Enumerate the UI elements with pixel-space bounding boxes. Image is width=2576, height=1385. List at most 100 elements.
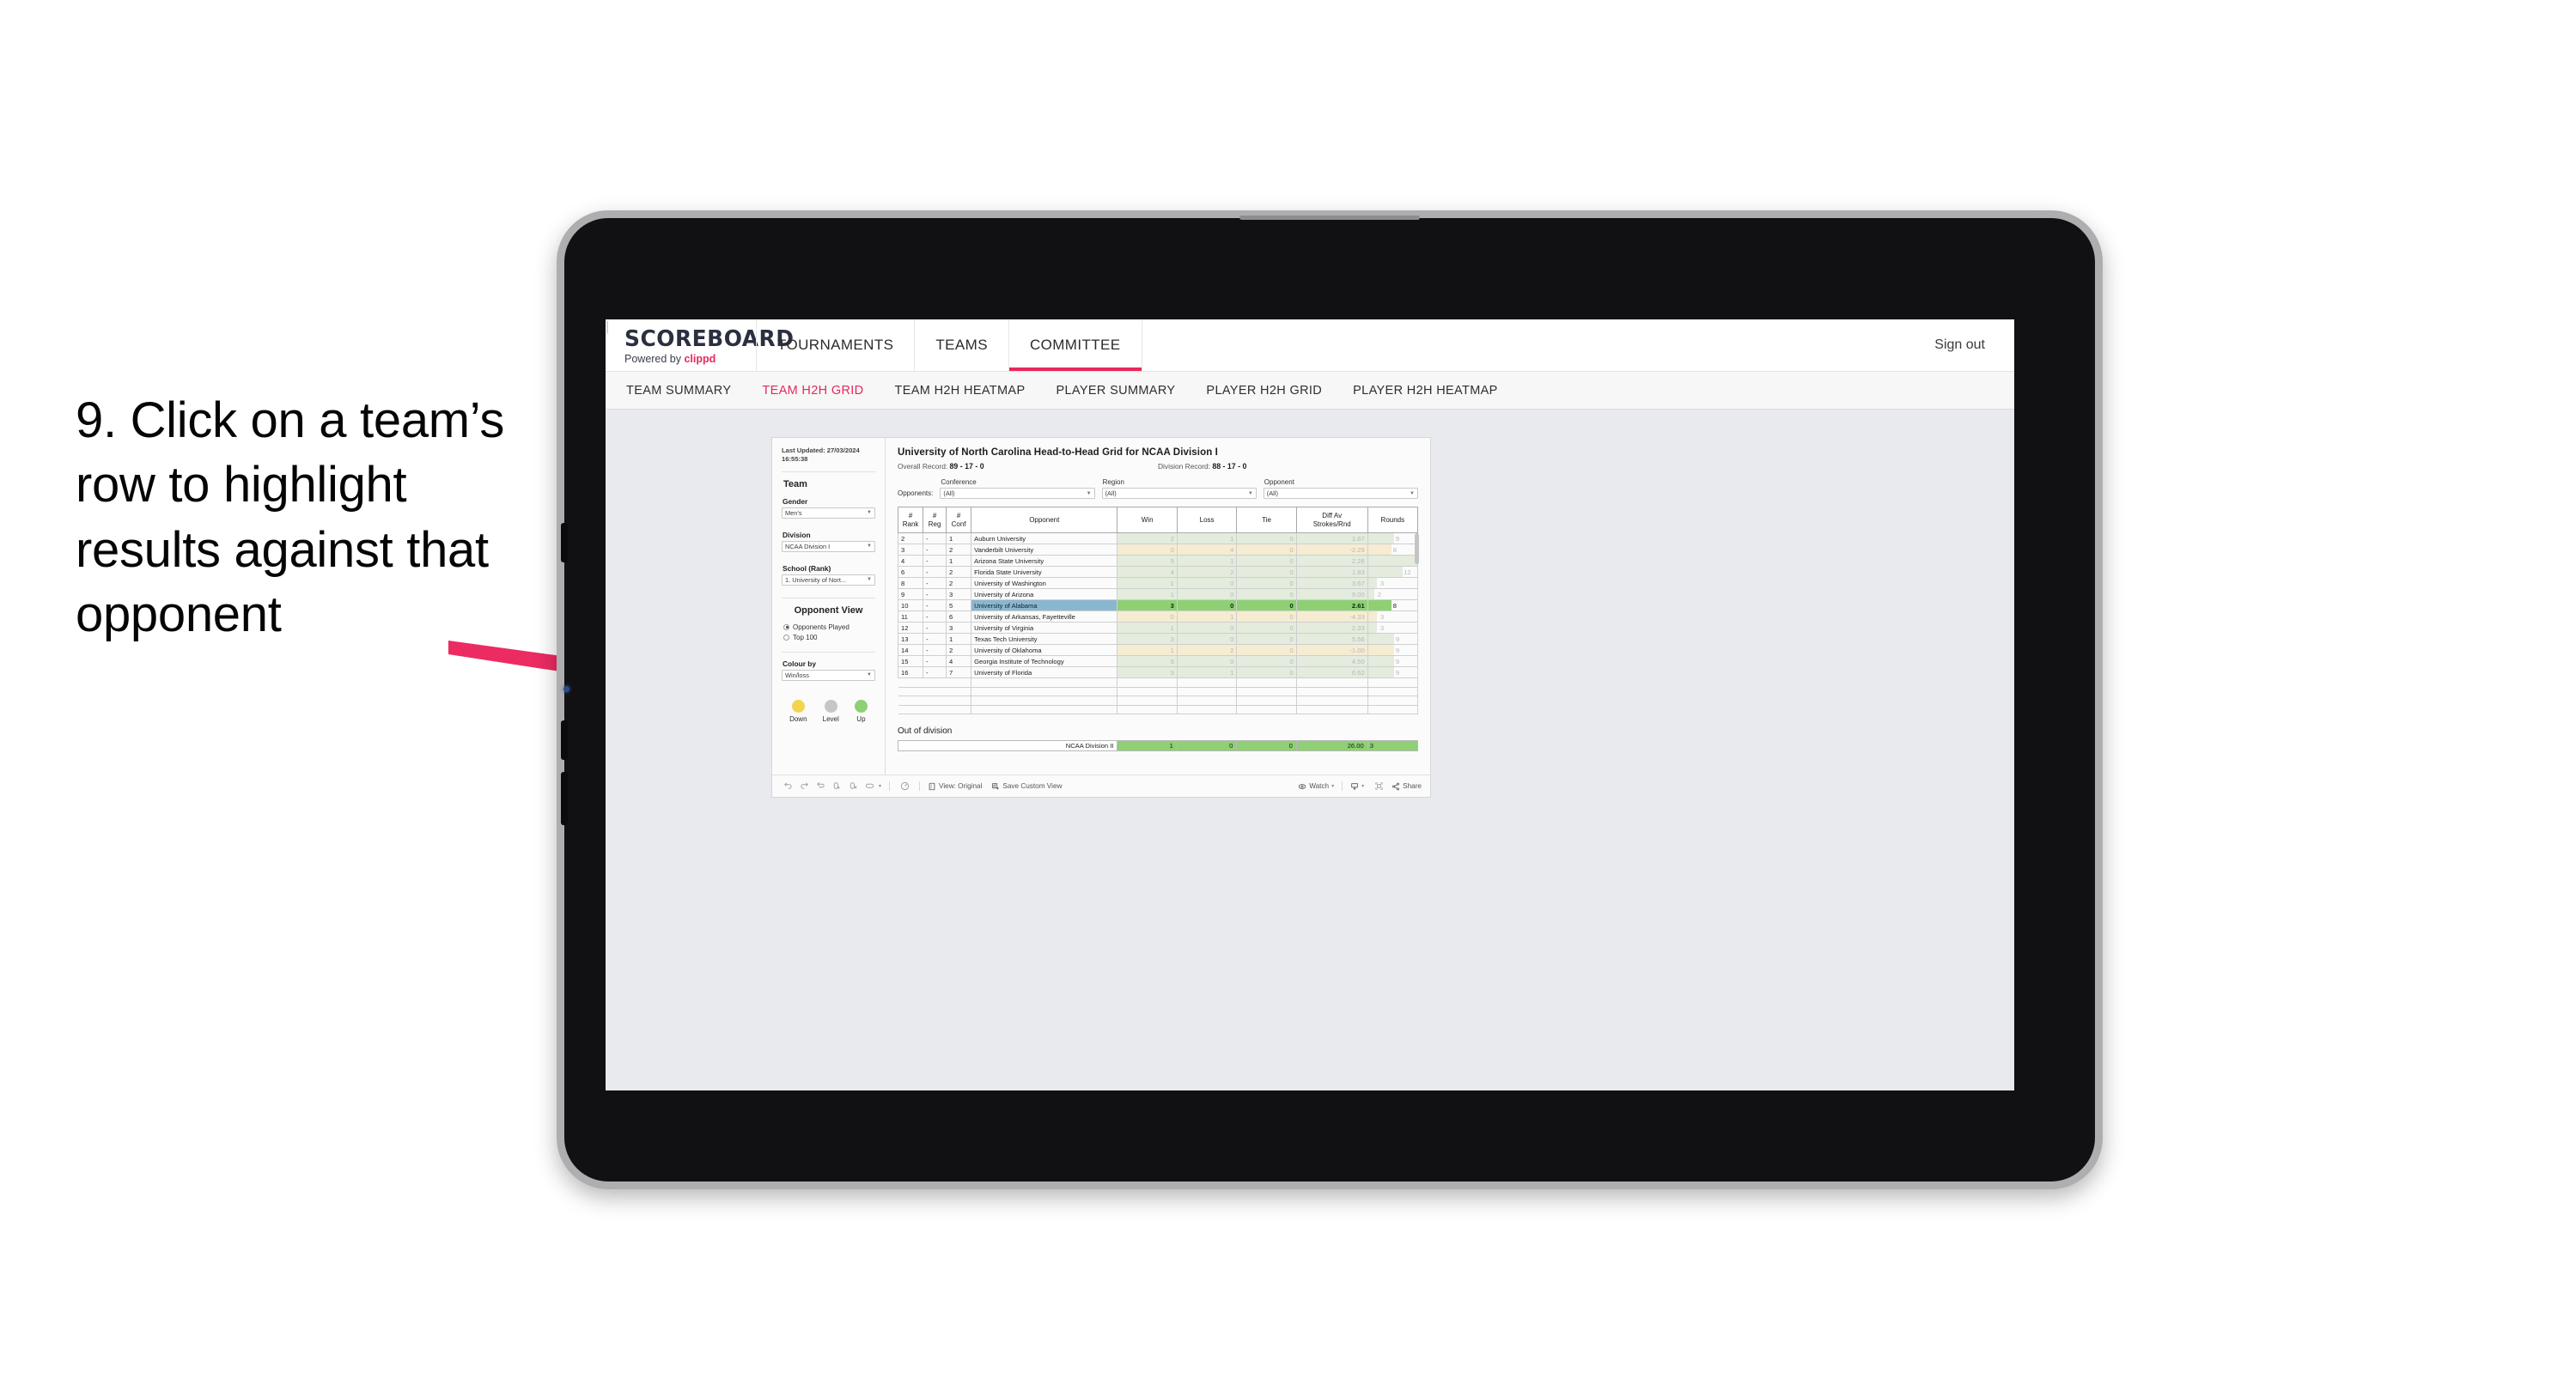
cell-empty xyxy=(1117,686,1178,697)
cell-loss: 0 xyxy=(1176,655,1238,667)
opponent-select[interactable]: (All) ▼ xyxy=(1263,488,1418,499)
table-row[interactable]: 12-3 University of Virginia 1 0 0 2.33 3 xyxy=(897,622,1419,634)
division-select[interactable]: NCAA Division I ▼ xyxy=(782,540,875,552)
colour-by-select[interactable]: Win/loss ▼ xyxy=(782,669,875,681)
table-row[interactable]: 10-5 University of Alabama 3 0 0 2.61 8 xyxy=(897,599,1419,611)
chevron-down-icon: ▼ xyxy=(867,672,872,677)
rounds-value: 12 xyxy=(1404,568,1411,576)
revert-icon[interactable] xyxy=(813,780,827,793)
chevron-down-icon: ▼ xyxy=(867,577,872,582)
redo-icon[interactable] xyxy=(797,780,811,793)
h2h-grid-view: University of North Carolina Head-to-Hea… xyxy=(886,438,1430,775)
col-reg-line1: # xyxy=(932,512,937,520)
table-row[interactable]: 2-1 Auburn University 2 1 0 1.67 9 xyxy=(897,532,1419,544)
table-row[interactable]: 14-2 University of Oklahoma 1 2 0 -1.00 9 xyxy=(897,644,1419,656)
cell-opponent: University of Florida xyxy=(971,666,1118,678)
share-button[interactable]: Share xyxy=(1392,782,1422,791)
table-row[interactable]: 13-1 Texas Tech University 3 0 0 5.56 9 xyxy=(897,633,1419,645)
save-custom-view-button[interactable]: Save Custom View xyxy=(991,782,1062,791)
download-button[interactable]: ▾ xyxy=(1350,782,1364,791)
chevron-down-icon: ▼ xyxy=(1086,490,1092,496)
cell-win: 4 xyxy=(1117,566,1178,578)
fullscreen-icon[interactable] xyxy=(1372,780,1385,793)
subnav-player-h2h-grid[interactable]: PLAYER H2H GRID xyxy=(1206,384,1322,398)
table-row[interactable]: 8-2 University of Washington 1 0 0 3.67 3 xyxy=(897,577,1419,589)
cell-reg: - xyxy=(923,633,947,645)
cell-rank: 16 xyxy=(897,666,924,678)
cell-rank: 14 xyxy=(897,644,924,656)
cell-empty xyxy=(898,704,923,715)
chevron-down-icon: ▼ xyxy=(1410,490,1415,496)
nav-tab-committee[interactable]: COMMITTEE xyxy=(1008,319,1142,371)
subnav-team-h2h-heatmap[interactable]: TEAM H2H HEATMAP xyxy=(895,384,1026,398)
col-win[interactable]: Win xyxy=(1117,507,1178,533)
undo-icon[interactable] xyxy=(781,780,795,793)
cell-empty xyxy=(1236,686,1297,697)
subnav-team-h2h-grid[interactable]: TEAM H2H GRID xyxy=(762,384,863,398)
cell-empty xyxy=(1367,677,1419,688)
cell-diff: 3.67 xyxy=(1295,577,1368,589)
table-row[interactable]: 16-7 University of Florida 3 1 0 6.62 9 xyxy=(897,666,1419,678)
nav-tab-teams[interactable]: TEAMS xyxy=(914,319,1008,371)
col-opponent[interactable]: Opponent xyxy=(971,507,1118,533)
col-rounds[interactable]: Rounds xyxy=(1367,507,1419,533)
rounds-bar xyxy=(1368,533,1395,544)
pause-icon[interactable] xyxy=(846,780,860,793)
rounds-value: 9 xyxy=(1395,635,1400,643)
cell-rounds: 9 xyxy=(1367,655,1419,667)
sign-out-link[interactable]: Sign out xyxy=(1934,337,1985,353)
rounds-bar xyxy=(1368,645,1395,655)
col-conf[interactable]: # Conf xyxy=(945,507,972,533)
rounds-value: 3 xyxy=(1379,612,1385,621)
table-row[interactable]: 11-6 University of Arkansas, Fayetteville… xyxy=(897,610,1419,623)
loop-caret-icon[interactable]: ▾ xyxy=(879,783,881,789)
subnav-team-summary[interactable]: TEAM SUMMARY xyxy=(626,384,731,398)
table-row[interactable]: 3-2 Vanderbilt University 0 4 0 -2.29 8 xyxy=(897,544,1419,556)
cell-opponent: University of Oklahoma xyxy=(971,644,1118,656)
rounds-value: 17 xyxy=(1415,557,1417,565)
col-tie[interactable]: Tie xyxy=(1236,507,1297,533)
watch-button[interactable]: Watch ▾ xyxy=(1298,782,1334,791)
col-loss[interactable]: Loss xyxy=(1176,507,1238,533)
cell-loss: 0 xyxy=(1176,622,1238,634)
view-original-button[interactable]: View: Original xyxy=(928,782,982,791)
out-of-division-row[interactable]: NCAA Division II 1 0 0 26.00 3 xyxy=(897,740,1419,752)
radio-button-icon xyxy=(783,623,789,630)
gender-select[interactable]: Men’s ▼ xyxy=(782,507,875,519)
radio-opponents-played[interactable]: Opponents Played xyxy=(783,623,875,631)
conference-select[interactable]: (All) ▼ xyxy=(940,488,1095,499)
cell-rounds: 17 xyxy=(1367,555,1419,567)
table-row[interactable]: 4-1Arizona State University5102.2817 xyxy=(897,555,1419,567)
nav-tab-tournaments[interactable]: TOURNAMENTS xyxy=(756,319,914,371)
table-row[interactable]: 15-4 Georgia Institute of Technology 5 0 0 4.… xyxy=(897,655,1419,667)
cell-win: 5 xyxy=(1117,555,1178,567)
col-reg[interactable]: # Reg xyxy=(923,507,947,533)
gender-label: Gender xyxy=(783,496,808,506)
table-row[interactable]: 6-2 Florida State University 4 2 0 1.83 12 xyxy=(897,566,1419,578)
cell-tie: 0 xyxy=(1236,655,1297,667)
cell-rank: 6 xyxy=(897,566,924,578)
watch-label: Watch xyxy=(1309,782,1330,790)
radio-top-100[interactable]: Top 100 xyxy=(783,634,875,641)
rounds-value: 8 xyxy=(1392,545,1398,554)
chevron-down-icon: ▼ xyxy=(867,510,872,515)
region-select[interactable]: (All) ▼ xyxy=(1101,488,1257,499)
cell-rank: 3 xyxy=(897,544,924,556)
opponents-filter-label: Opponents: xyxy=(898,489,934,497)
colour-by-value: Win/loss xyxy=(785,671,809,679)
toolbar-divider-2 xyxy=(919,781,921,791)
col-diff[interactable]: Diff Av Strokes/Rnd xyxy=(1295,507,1368,533)
watch-caret-icon: ▾ xyxy=(1331,784,1335,789)
subnav-player-h2h-heatmap[interactable]: PLAYER H2H HEATMAP xyxy=(1353,384,1498,398)
cell-opponent: University of Virginia xyxy=(971,622,1118,634)
school-select[interactable]: 1. University of Nort... ▼ xyxy=(782,574,875,586)
col-rank[interactable]: # Rank xyxy=(897,507,924,533)
cell-rounds: 2 xyxy=(1367,588,1419,600)
cell-empty xyxy=(971,677,1118,688)
subnav-player-summary[interactable]: PLAYER SUMMARY xyxy=(1056,384,1175,398)
clock-icon[interactable] xyxy=(898,780,911,793)
rounds-value: 9 xyxy=(1395,657,1400,665)
refresh-icon[interactable] xyxy=(830,780,843,793)
loop-icon[interactable] xyxy=(862,780,876,793)
table-row[interactable]: 9-3 University of Arizona 1 0 0 9.00 2 xyxy=(897,588,1419,600)
